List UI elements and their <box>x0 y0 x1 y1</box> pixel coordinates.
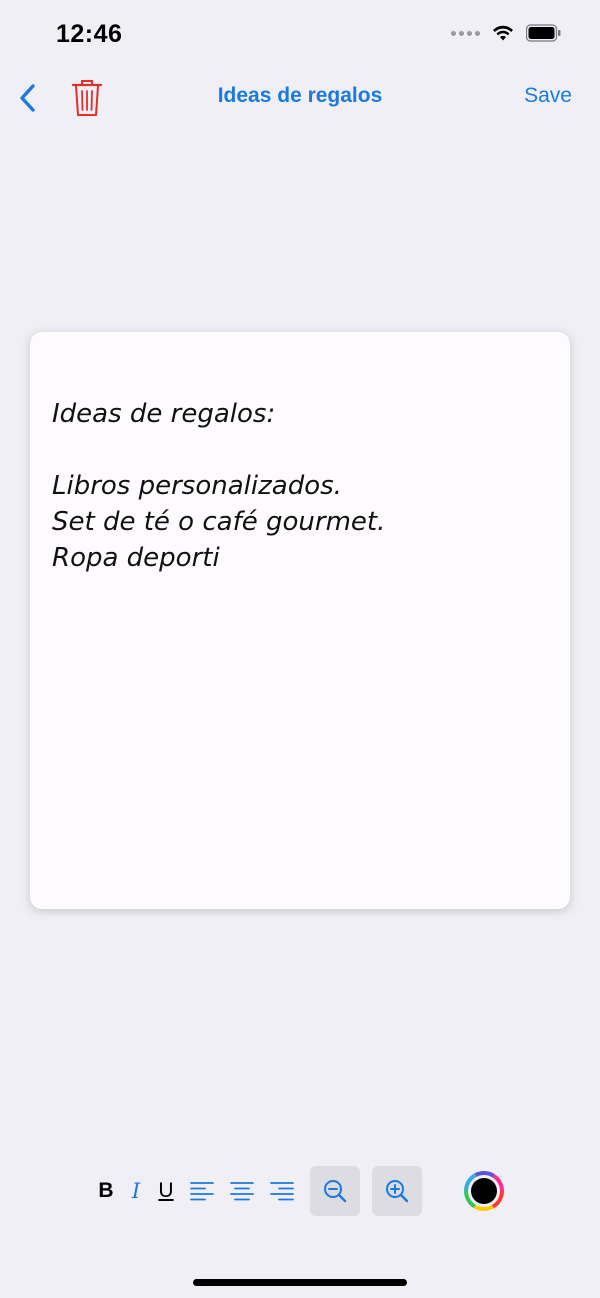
align-left-icon <box>190 1182 214 1201</box>
note-editor-screen: 12:46 Ideas de regalos Save Ideas de reg… <box>0 0 600 1298</box>
note-text-editor[interactable]: Ideas de regalos: Libros personalizados.… <box>52 396 548 576</box>
bold-button[interactable]: B <box>94 1166 118 1216</box>
status-time: 12:46 <box>56 20 123 48</box>
page-title: Ideas de regalos <box>217 84 383 107</box>
align-center-button[interactable] <box>228 1166 256 1216</box>
underline-button[interactable]: U <box>154 1166 178 1216</box>
align-center-icon <box>230 1182 254 1201</box>
note-card[interactable]: Ideas de regalos: Libros personalizados.… <box>30 332 570 909</box>
formatting-toolbar: B I U <box>0 1166 600 1218</box>
align-right-icon <box>270 1182 294 1201</box>
status-bar: 12:46 <box>0 0 600 70</box>
align-right-button[interactable] <box>268 1166 296 1216</box>
navigation-bar: Ideas de regalos Save <box>0 72 600 124</box>
zoom-in-button[interactable] <box>372 1166 422 1216</box>
text-color-button[interactable] <box>462 1166 506 1216</box>
signal-icon <box>451 30 480 36</box>
zoom-in-icon <box>386 1180 409 1203</box>
wifi-icon <box>493 25 513 41</box>
home-indicator[interactable] <box>193 1279 407 1286</box>
align-left-button[interactable] <box>188 1166 216 1216</box>
status-icons <box>451 24 562 42</box>
italic-button[interactable]: I <box>126 1166 146 1216</box>
zoom-out-icon <box>324 1180 347 1203</box>
color-wheel-icon <box>464 1171 504 1211</box>
save-button[interactable]: Save <box>524 84 572 108</box>
battery-icon <box>526 24 561 42</box>
zoom-out-button[interactable] <box>310 1166 360 1216</box>
